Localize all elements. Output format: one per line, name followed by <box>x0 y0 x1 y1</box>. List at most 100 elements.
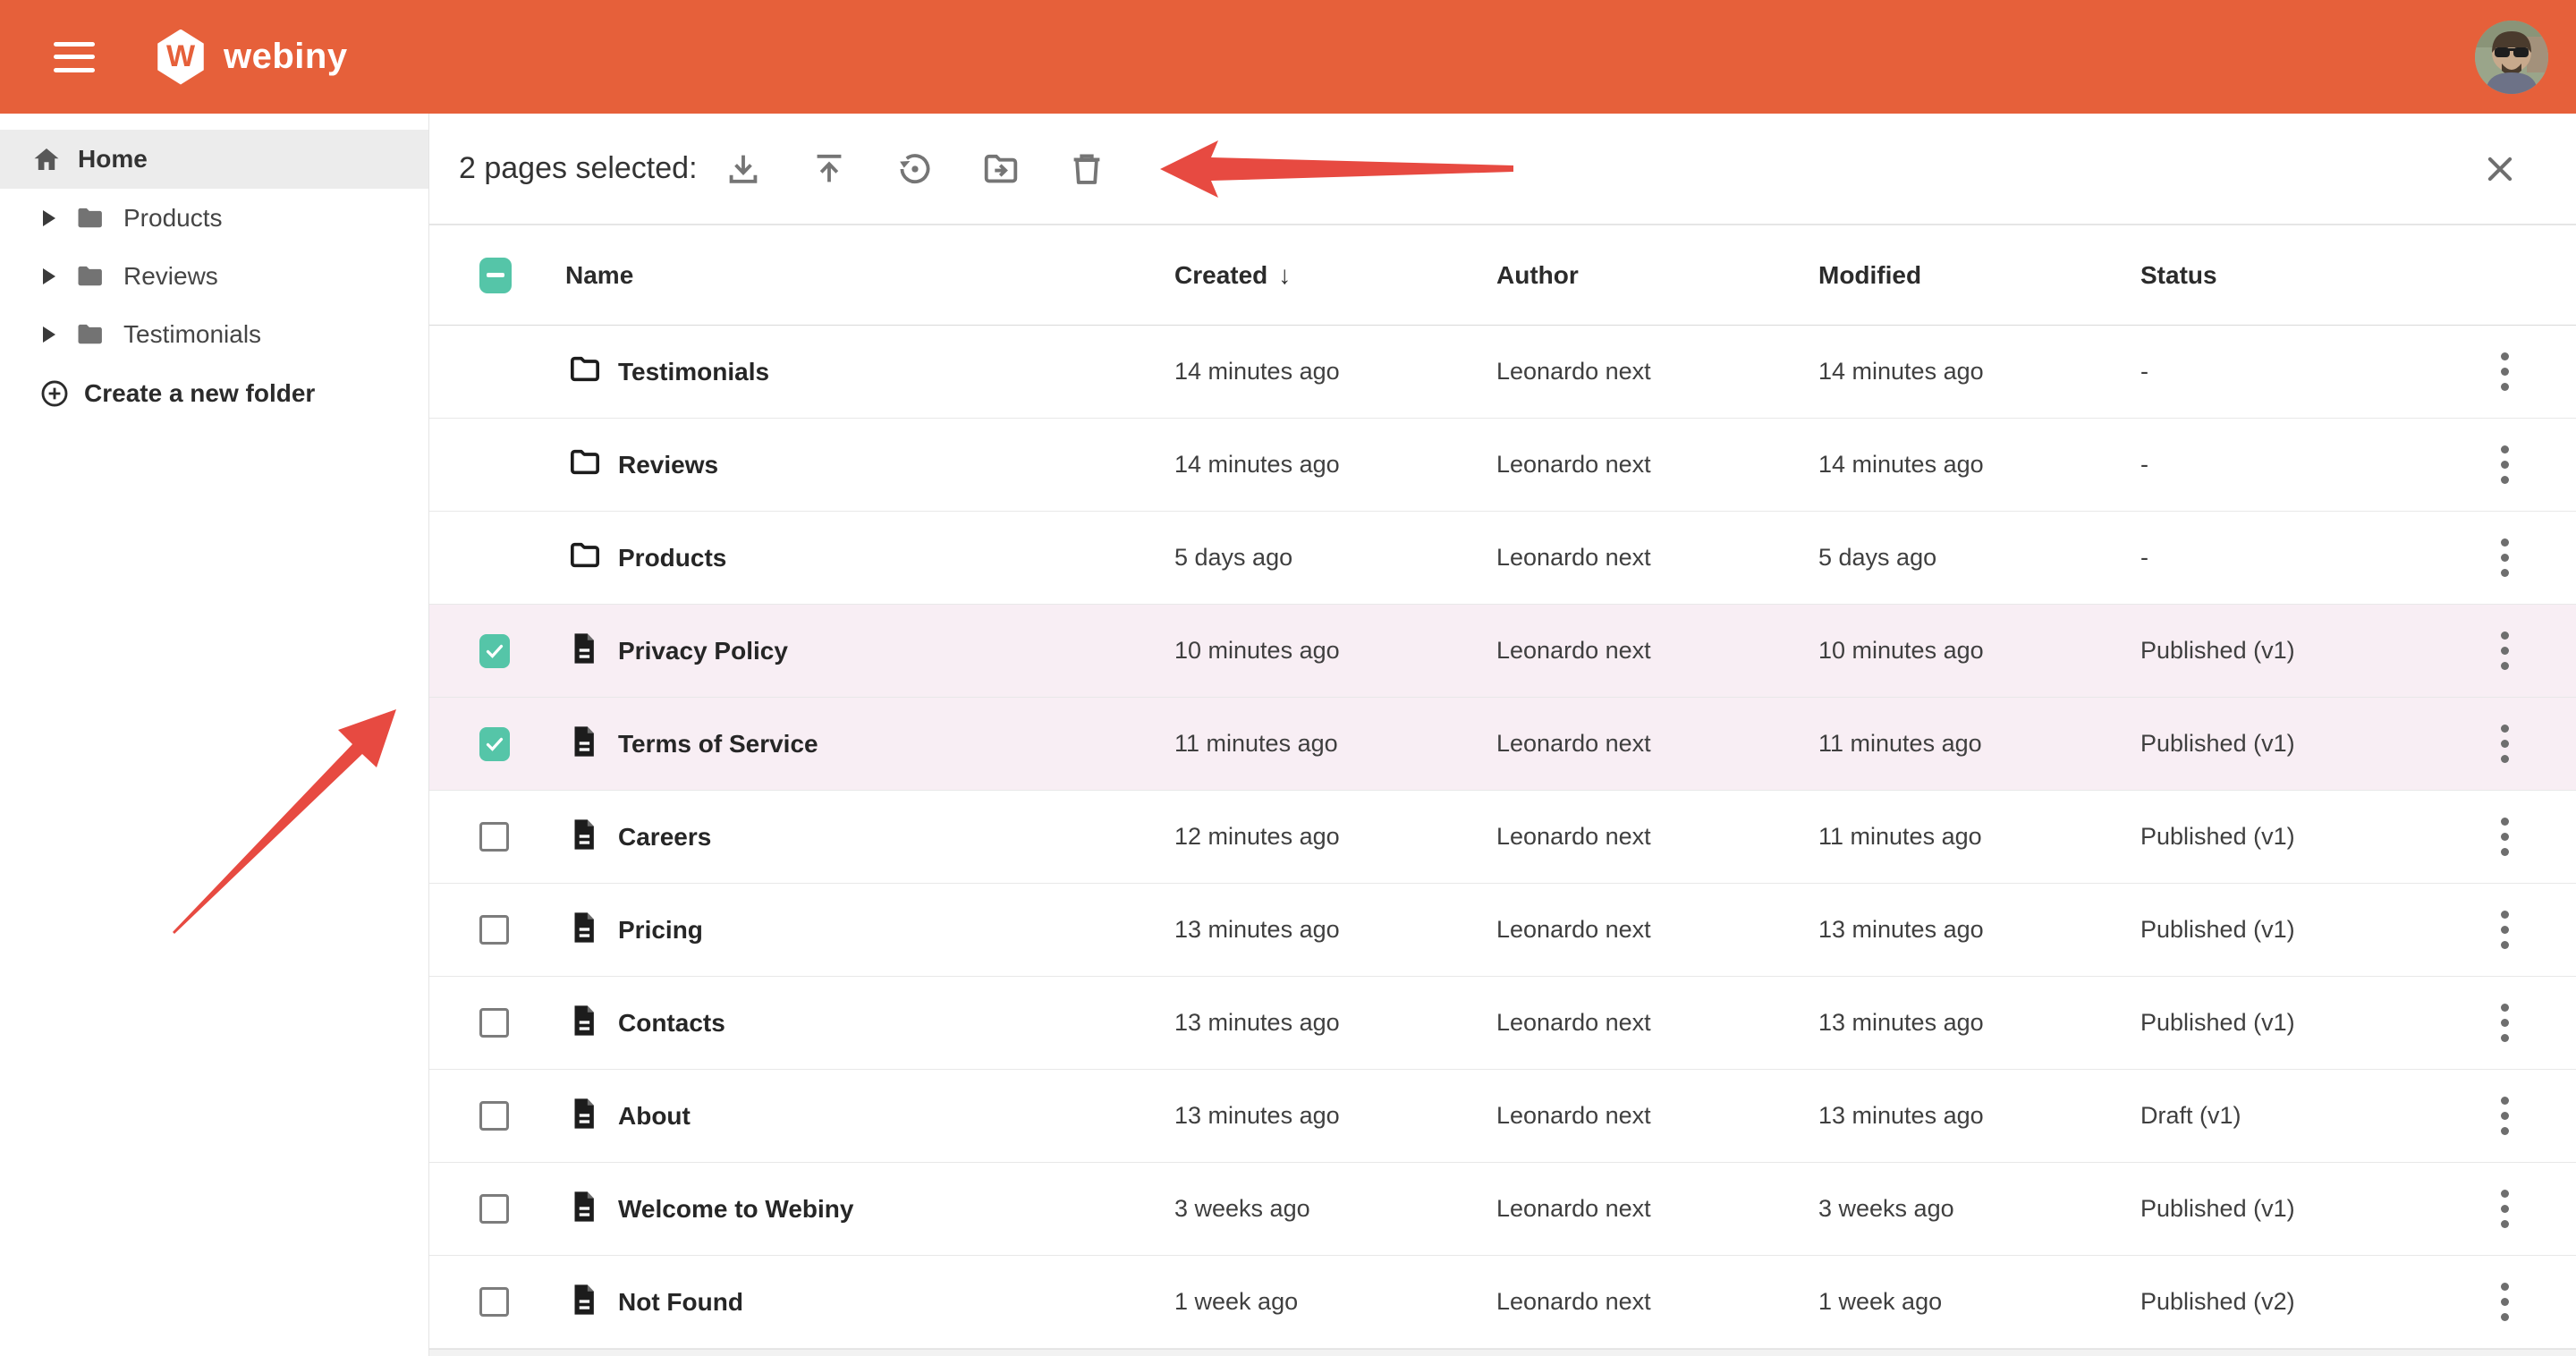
expand-caret-icon[interactable] <box>43 268 55 284</box>
create-folder-button[interactable]: Create a new folder <box>0 363 428 424</box>
row-name[interactable]: Reviews <box>618 451 1174 479</box>
sidebar-folder-testimonials[interactable]: Testimonials <box>0 305 428 363</box>
select-all-checkbox[interactable] <box>479 258 512 293</box>
delete-button[interactable] <box>1066 148 1107 190</box>
row-modified: 3 weeks ago <box>1818 1195 2140 1223</box>
sidebar-folder-reviews[interactable]: Reviews <box>0 247 428 305</box>
table-row[interactable]: About13 minutes agoLeonardo next13 minut… <box>429 1070 2576 1163</box>
user-avatar[interactable] <box>2475 21 2548 94</box>
row-author: Leonardo next <box>1496 823 1818 851</box>
row-menu-button[interactable] <box>2492 436 2518 493</box>
row-name[interactable]: Testimonials <box>618 358 1174 386</box>
sidebar-home-label: Home <box>78 145 148 174</box>
column-header-modified[interactable]: Modified <box>1818 261 2140 290</box>
table-row[interactable]: Privacy Policy10 minutes agoLeonardo nex… <box>429 605 2576 698</box>
bulk-actions-toolbar: 2 pages selected: <box>429 114 2576 225</box>
column-header-created[interactable]: Created↓ <box>1174 261 1496 290</box>
row-name[interactable]: Welcome to Webiny <box>618 1195 1174 1224</box>
home-icon <box>30 144 64 174</box>
table-header-row: Name Created↓ Author Modified Status <box>429 225 2576 326</box>
delete-icon <box>1066 148 1107 190</box>
row-menu-button[interactable] <box>2492 995 2518 1051</box>
row-checkbox-checked[interactable] <box>479 634 510 668</box>
column-header-name[interactable]: Name <box>565 261 1174 290</box>
webiny-logo-letter: W <box>166 39 195 74</box>
row-checkbox[interactable] <box>479 1287 509 1317</box>
row-menu-button[interactable] <box>2492 716 2518 772</box>
row-name[interactable]: About <box>618 1102 1174 1131</box>
row-status: - <box>2140 451 2433 479</box>
column-header-author[interactable]: Author <box>1496 261 1818 290</box>
row-created: 5 days ago <box>1174 544 1496 572</box>
expand-caret-icon[interactable] <box>43 210 55 226</box>
folder-sidebar: Home ProductsReviewsTestimonials Create … <box>0 114 429 1356</box>
row-author: Leonardo next <box>1496 1195 1818 1223</box>
row-status: Published (v2) <box>2140 1288 2433 1316</box>
table-row[interactable]: Welcome to Webiny3 weeks agoLeonardo nex… <box>429 1163 2576 1256</box>
row-name[interactable]: Terms of Service <box>618 730 1174 759</box>
table-row[interactable]: Careers12 minutes agoLeonardo next11 min… <box>429 791 2576 884</box>
row-modified: 13 minutes ago <box>1818 916 2140 944</box>
table-row[interactable]: Testimonials14 minutes agoLeonardo next1… <box>429 326 2576 419</box>
row-name[interactable]: Privacy Policy <box>618 637 1174 665</box>
row-name[interactable]: Products <box>618 544 1174 572</box>
row-author: Leonardo next <box>1496 1288 1818 1316</box>
table-row[interactable]: Pricing13 minutes agoLeonardo next13 min… <box>429 884 2576 977</box>
row-checkbox[interactable] <box>479 1101 509 1131</box>
check-icon <box>484 640 505 662</box>
restore-button[interactable] <box>894 148 936 190</box>
row-created: 11 minutes ago <box>1174 730 1496 758</box>
close-icon[interactable] <box>2479 148 2521 190</box>
table-row[interactable]: Terms of Service11 minutes agoLeonardo n… <box>429 698 2576 791</box>
row-created: 13 minutes ago <box>1174 1009 1496 1037</box>
top-app-bar: W webiny <box>0 0 2576 114</box>
row-menu-button[interactable] <box>2492 1181 2518 1237</box>
row-created: 14 minutes ago <box>1174 358 1496 386</box>
row-menu-button[interactable] <box>2492 809 2518 865</box>
row-name[interactable]: Contacts <box>618 1009 1174 1038</box>
table-row[interactable]: Contacts13 minutes agoLeonardo next13 mi… <box>429 977 2576 1070</box>
row-modified: 14 minutes ago <box>1818 451 2140 479</box>
row-checkbox[interactable] <box>479 1008 509 1038</box>
row-checkbox[interactable] <box>479 822 509 852</box>
page-document-icon <box>565 1094 603 1133</box>
row-name[interactable]: Careers <box>618 823 1174 852</box>
table-row[interactable]: Reviews14 minutes agoLeonardo next14 min… <box>429 419 2576 512</box>
sidebar-item-home[interactable]: Home <box>0 130 428 189</box>
table-footer-strip <box>429 1349 2576 1356</box>
row-status: Published (v1) <box>2140 916 2433 944</box>
row-created: 3 weeks ago <box>1174 1195 1496 1223</box>
row-checkbox[interactable] <box>479 1194 509 1224</box>
row-menu-button[interactable] <box>2492 902 2518 958</box>
hamburger-menu-icon[interactable] <box>54 42 95 72</box>
column-header-status[interactable]: Status <box>2140 261 2433 290</box>
row-status: Published (v1) <box>2140 823 2433 851</box>
row-menu-button[interactable] <box>2492 1088 2518 1144</box>
row-menu-button[interactable] <box>2492 530 2518 586</box>
move-to-folder-button[interactable] <box>980 148 1021 190</box>
folder-icon <box>565 538 605 573</box>
sort-desc-icon: ↓ <box>1278 261 1291 289</box>
webiny-logo[interactable]: W webiny <box>156 30 348 85</box>
expand-caret-icon[interactable] <box>43 326 55 343</box>
row-name[interactable]: Pricing <box>618 916 1174 945</box>
row-name[interactable]: Not Found <box>618 1288 1174 1317</box>
circle-plus-icon <box>39 378 70 409</box>
row-status: Published (v1) <box>2140 637 2433 665</box>
row-menu-button[interactable] <box>2492 623 2518 679</box>
row-checkbox-checked[interactable] <box>479 727 510 761</box>
page-document-icon <box>565 908 603 947</box>
row-author: Leonardo next <box>1496 1102 1818 1130</box>
download-button[interactable] <box>723 148 764 190</box>
publish-button[interactable] <box>809 148 850 190</box>
row-menu-button[interactable] <box>2492 1274 2518 1330</box>
sidebar-folder-products[interactable]: Products <box>0 189 428 247</box>
row-checkbox[interactable] <box>479 915 509 945</box>
row-author: Leonardo next <box>1496 916 1818 944</box>
row-menu-button[interactable] <box>2492 343 2518 400</box>
row-modified: 14 minutes ago <box>1818 358 2140 386</box>
table-row[interactable]: Products5 days agoLeonardo next5 days ag… <box>429 512 2576 605</box>
table-row[interactable]: Not Found1 week agoLeonardo next1 week a… <box>429 1256 2576 1349</box>
page-document-icon <box>565 1187 603 1226</box>
selected-count-text: 2 pages selected: <box>459 151 698 186</box>
